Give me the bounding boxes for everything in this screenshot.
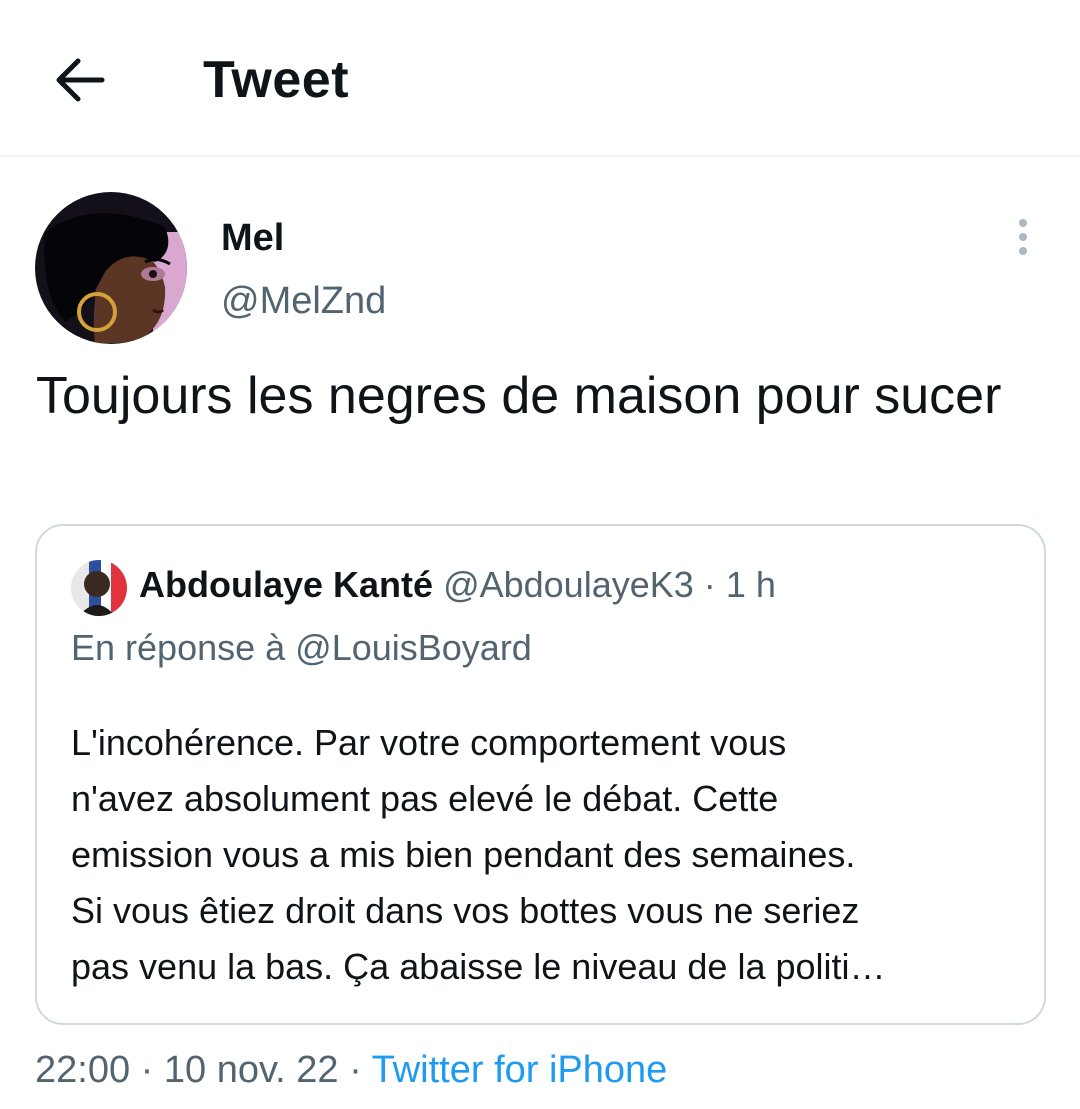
quote-text-line: pas venu la bas. Ça abaisse le niveau de… <box>71 946 886 987</box>
meta-separator: · <box>140 1049 154 1091</box>
avatar-image <box>35 192 187 344</box>
quote-text-line: n'avez absolument pas elevé le débat. Ce… <box>71 778 779 819</box>
quote-text-line: Si vous êtiez droit dans vos bottes vous… <box>71 890 860 931</box>
meta-separator: · <box>349 1049 362 1091</box>
more-options-button[interactable] <box>1000 214 1046 260</box>
top-bar: Tweet <box>0 0 1080 157</box>
back-button[interactable] <box>44 44 116 116</box>
tweet-time: 22:00 <box>35 1049 131 1091</box>
author-handle[interactable]: @MelZnd <box>221 279 386 323</box>
quote-separator: · <box>703 564 716 605</box>
quote-reply-context: En réponse à @LouisBoyard <box>71 627 532 668</box>
tweet-metadata: 22:00 · 10 nov. 22 · Twitter for iPhone <box>35 1045 667 1095</box>
tweet-date: 10 nov. 22 <box>163 1049 339 1091</box>
tweet-text: Toujours les negres de maison pour sucer <box>36 367 1002 425</box>
quoted-tweet[interactable]: Abdoulaye Kanté @AbdoulayeK3 · 1 h En ré… <box>35 524 1046 1025</box>
quote-header: Abdoulaye Kanté @AbdoulayeK3 · 1 h <box>139 562 776 608</box>
quote-text-line: emission vous a mis bien pendant des sem… <box>71 834 856 875</box>
quote-author-avatar <box>71 560 127 616</box>
more-vertical-icon <box>1019 219 1027 255</box>
quote-time: 1 h <box>725 564 776 605</box>
author-name[interactable]: Mel <box>221 216 284 260</box>
quote-text-line: L'incohérence. Par votre comportement vo… <box>71 722 787 763</box>
author-avatar[interactable] <box>35 192 187 344</box>
page-title: Tweet <box>203 51 350 109</box>
quote-avatar-image <box>71 560 127 616</box>
quote-author-handle: @AbdoulayeK3 <box>443 564 694 605</box>
arrow-left-icon <box>56 58 105 102</box>
quote-text: L'incohérence. Par votre comportement vo… <box>71 715 1021 995</box>
tweet-source-link[interactable]: Twitter for iPhone <box>372 1049 668 1091</box>
quote-author-name: Abdoulaye Kanté <box>139 564 434 605</box>
